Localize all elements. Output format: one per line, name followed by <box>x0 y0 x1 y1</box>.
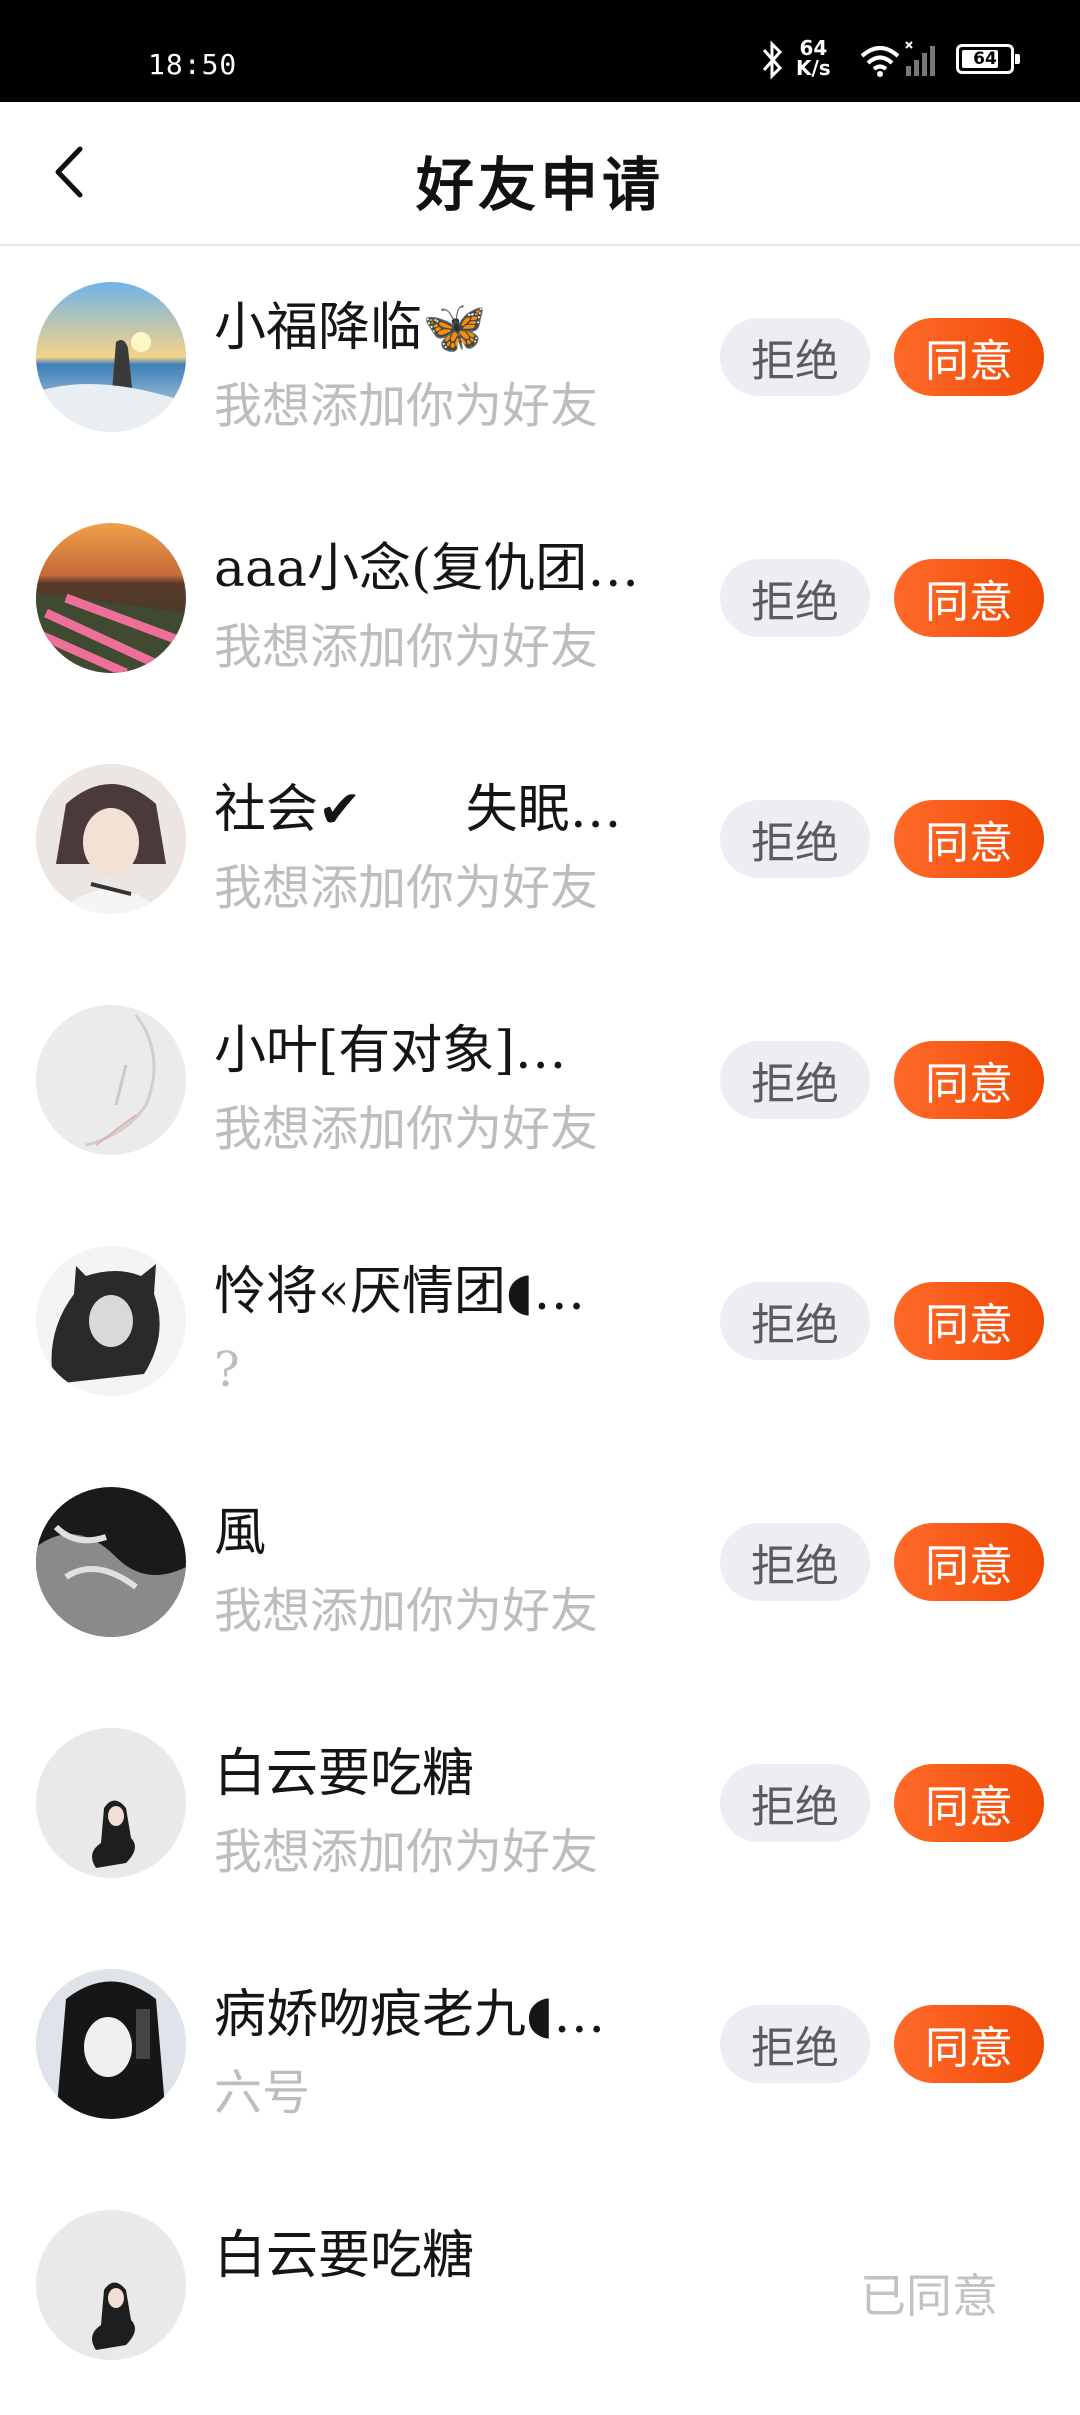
status-bar: 18:50 64 K/s 64 <box>0 0 1080 102</box>
reject-button[interactable]: 拒绝 <box>720 800 870 878</box>
request-message: 我想添加你为好友 <box>214 1824 599 1880</box>
accept-button[interactable]: 同意 <box>894 800 1044 878</box>
reject-button[interactable]: 拒绝 <box>720 318 870 396</box>
request-nickname: 小叶[有对象]… <box>214 1021 567 1081</box>
request-row: 風 我想添加你为好友 拒绝 同意 <box>0 1451 1080 1692</box>
page-title: 好友申请 <box>415 151 664 219</box>
net-speed: 64 K/s <box>796 38 831 78</box>
net-speed-value: 64 <box>799 36 828 60</box>
reject-button[interactable]: 拒绝 <box>720 1041 870 1119</box>
accept-button[interactable]: 同意 <box>894 1523 1044 1601</box>
net-speed-unit: K/s <box>796 56 831 80</box>
avatar[interactable] <box>36 1246 186 1396</box>
request-nickname: 怜将«厌情团◖… <box>214 1262 586 1322</box>
avatar[interactable] <box>36 523 186 673</box>
accept-button[interactable]: 同意 <box>894 1764 1044 1842</box>
reject-button[interactable]: 拒绝 <box>720 1764 870 1842</box>
reject-button[interactable]: 拒绝 <box>720 1523 870 1601</box>
reject-button[interactable]: 拒绝 <box>720 2005 870 2083</box>
status-time: 18:50 <box>148 48 238 81</box>
request-row: 社会✔ 失眠… 我想添加你为好友 拒绝 同意 <box>0 728 1080 969</box>
request-message: ? <box>214 1342 240 1398</box>
accept-button[interactable]: 同意 <box>894 318 1044 396</box>
request-nickname: 風 <box>214 1503 267 1563</box>
request-message: 我想添加你为好友 <box>214 378 599 434</box>
request-row: 白云要吃糖 已同意 <box>0 2174 1080 2415</box>
avatar[interactable] <box>36 282 186 432</box>
request-nickname: 小福降临🦋 <box>214 298 487 358</box>
request-message: 我想添加你为好友 <box>214 860 599 916</box>
avatar[interactable] <box>36 1487 186 1637</box>
avatar[interactable] <box>36 1728 186 1878</box>
request-message: 六号 <box>214 2065 311 2121</box>
request-nickname: 白云要吃糖 <box>214 1744 475 1804</box>
request-row: 病娇吻痕老九◖… 六号 拒绝 同意 <box>0 1933 1080 2174</box>
battery-level: 64 <box>973 49 997 69</box>
request-row: 小福降临🦋 我想添加你为好友 拒绝 同意 <box>0 246 1080 487</box>
request-nickname: aaa小念(复仇团… <box>214 539 640 599</box>
request-message: 我想添加你为好友 <box>214 1583 599 1639</box>
avatar[interactable] <box>36 2210 186 2360</box>
request-message: 我想添加你为好友 <box>214 619 599 675</box>
header: 好友申请 <box>0 102 1080 246</box>
battery-icon: 64 <box>956 44 1020 74</box>
avatar[interactable] <box>36 764 186 914</box>
bluetooth-icon <box>762 40 783 80</box>
request-nickname: 白云要吃糖 <box>214 2226 475 2286</box>
signal-icon <box>905 41 935 76</box>
request-row: aaa小念(复仇团… 我想添加你为好友 拒绝 同意 <box>0 487 1080 728</box>
accept-button[interactable]: 同意 <box>894 1041 1044 1119</box>
request-row: 白云要吃糖 我想添加你为好友 拒绝 同意 <box>0 1692 1080 1933</box>
avatar[interactable] <box>36 1969 186 2119</box>
avatar[interactable] <box>36 1005 186 1155</box>
friend-request-list: 小福降临🦋 我想添加你为好友 拒绝 同意 aaa小念(复仇团… 我想添加你为好友… <box>0 246 1080 2415</box>
request-nickname: 社会✔ 失眠… <box>214 780 622 840</box>
accept-button[interactable]: 同意 <box>894 559 1044 637</box>
accepted-status: 已同意 <box>860 2269 998 2323</box>
accept-button[interactable]: 同意 <box>894 2005 1044 2083</box>
reject-button[interactable]: 拒绝 <box>720 559 870 637</box>
request-message: 我想添加你为好友 <box>214 1101 599 1157</box>
wifi-icon <box>860 46 900 77</box>
accept-button[interactable]: 同意 <box>894 1282 1044 1360</box>
request-row: 小叶[有对象]… 我想添加你为好友 拒绝 同意 <box>0 969 1080 1210</box>
request-row: 怜将«厌情团◖… ? 拒绝 同意 <box>0 1210 1080 1451</box>
request-nickname: 病娇吻痕老九◖… <box>214 1985 606 2045</box>
reject-button[interactable]: 拒绝 <box>720 1282 870 1360</box>
